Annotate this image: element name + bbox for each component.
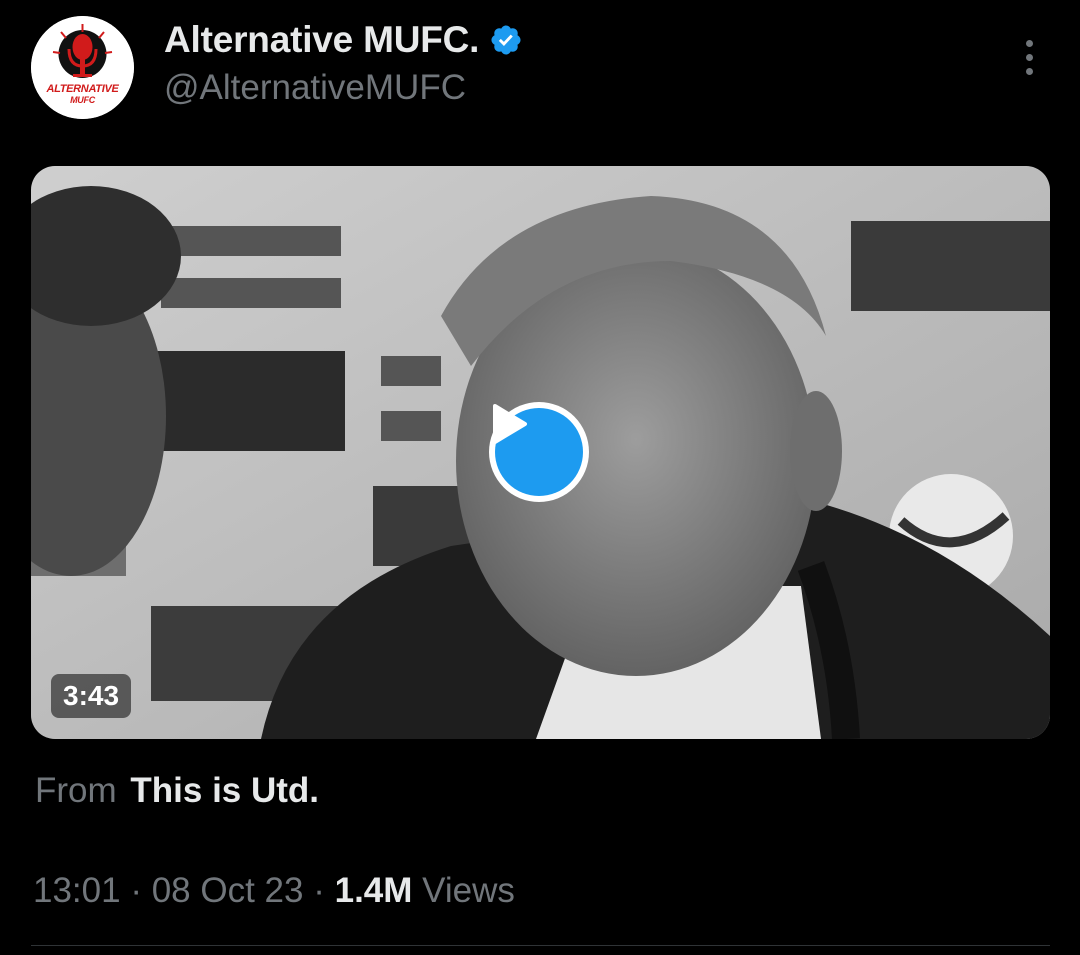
video-thumbnail[interactable]: 3:43 (31, 166, 1050, 739)
divider (31, 945, 1050, 946)
source-prefix: From (35, 771, 117, 810)
play-button[interactable] (489, 402, 589, 502)
views-label: Views (422, 871, 515, 910)
more-dot (1025, 39, 1033, 47)
verified-badge-icon[interactable] (489, 23, 523, 57)
tweet-date[interactable]: 08 Oct 23 (152, 871, 304, 910)
display-name[interactable]: Alternative MUFC. (164, 18, 479, 62)
avatar-text-bottom: MUFC (70, 95, 95, 105)
play-icon (493, 404, 583, 496)
meta-separator: · (313, 871, 325, 910)
more-options-button[interactable] (1010, 38, 1048, 76)
video-duration-badge: 3:43 (51, 674, 132, 718)
meta-separator: · (130, 871, 142, 910)
more-dot (1025, 53, 1033, 61)
video-source: From This is Utd. (35, 768, 319, 814)
source-name-link[interactable]: This is Utd. (130, 771, 319, 810)
author-handle[interactable]: @AlternativeMUFC (164, 66, 466, 110)
tweet-time[interactable]: 13:01 (33, 871, 121, 910)
views-count[interactable]: 1.4M (335, 871, 413, 910)
avatar[interactable]: ALTERNATIVE MUFC (31, 16, 134, 119)
author-name-row[interactable]: Alternative MUFC. (164, 18, 523, 62)
avatar-text-top: ALTERNATIVE (46, 83, 119, 95)
more-dot (1025, 67, 1033, 75)
tweet-meta: 13:01 · 08 Oct 23 · 1.4M Views (33, 868, 515, 914)
